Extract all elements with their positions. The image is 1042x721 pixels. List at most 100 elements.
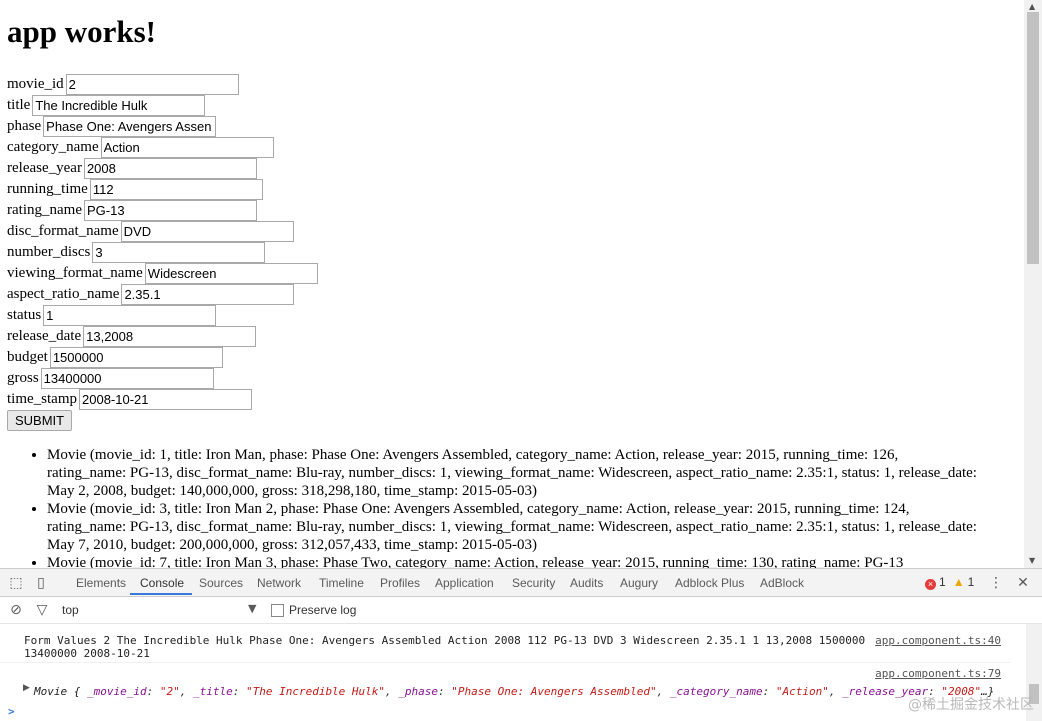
tab-sources[interactable]: Sources [199,576,243,590]
field-label: status [7,307,42,323]
error-warning-counter[interactable]: × 1 ▲ 1 [925,575,974,590]
console-filter-bar: ⊘ ▽ top ▼ Preserve log [0,597,1042,624]
object-value: "The Incredible Hulk" [245,685,386,698]
tab-adblock[interactable]: AdBlock [760,576,804,590]
field-label: time_stamp [7,391,77,407]
object-pair: _movie_id: "2", [86,685,193,698]
app-page: app works! movie_id title phase category… [0,0,1024,568]
release-year-input[interactable] [83,158,257,179]
field-release-year: release_year [7,158,257,179]
object-pair: _title: "The Incredible Hulk", [192,685,399,698]
disc-format-name-input[interactable] [120,221,294,242]
tab-adblock-plus[interactable]: Adblock Plus [675,576,744,590]
warning-count: 1 [967,575,975,589]
scrollbar-thumb[interactable] [1027,12,1039,264]
aspect-ratio-name-input[interactable] [121,284,295,305]
title-input[interactable] [32,95,206,116]
log-message: Form Values 2 The Incredible Hulk Phase … [24,634,866,660]
page-heading: app works! [7,14,157,49]
scroll-up-icon[interactable]: ▲ [1029,2,1035,11]
field-time-stamp: time_stamp [7,389,252,410]
submit-button[interactable]: SUBMIT [7,410,73,431]
field-release-date: release_date [7,326,257,347]
source-link[interactable]: app.component.ts:40 [875,634,1001,647]
field-label: rating_name [7,202,82,218]
movie-list: Movie (movie_id: 1, title: Iron Man, pha… [0,446,977,568]
category-name-input[interactable] [100,137,274,158]
tab-application[interactable]: Application [435,576,494,590]
object-pair: _category_name: "Action", [669,685,843,698]
devtools-tabbar: ⬚ ▯ Elements Console Sources Network Tim… [0,569,1042,597]
tab-security[interactable]: Security [512,576,555,590]
object-pair: _phase: "Phase One: Avengers Assembled", [398,685,670,698]
field-label: release_year [7,160,82,176]
field-aspect-ratio-name: aspect_ratio_name [7,284,295,305]
chevron-down-icon[interactable]: ▼ [248,602,256,615]
field-label: gross [7,370,39,386]
log-divider [0,662,1010,663]
field-label: viewing_format_name [7,265,143,281]
rating-name-input[interactable] [83,200,257,221]
field-disc-format-name: disc_format_name [7,221,294,242]
logged-object[interactable]: Movie { _movie_id: "2", _title: "The Inc… [34,685,994,698]
field-label: phase [7,118,42,134]
page-scrollbar[interactable]: ▲ ▼ [1024,0,1042,568]
clear-console-icon[interactable]: ⊘ [8,602,24,618]
viewing-format-name-input[interactable] [144,263,318,284]
list-item: Movie (movie_id: 1, title: Iron Man, pha… [47,446,977,500]
console-output: Form Values 2 The Incredible Hulk Phase … [0,624,1026,721]
context-select[interactable]: top [62,603,79,617]
preserve-log-checkbox[interactable] [271,604,284,617]
budget-input[interactable] [49,347,223,368]
preserve-log-label: Preserve log [289,603,357,617]
field-gross: gross [7,368,214,389]
field-label: budget [7,349,48,365]
field-budget: budget [7,347,223,368]
expand-triangle-icon[interactable]: ▶ [23,683,30,693]
field-running-time: running_time [7,179,263,200]
context-value: top [62,603,79,617]
source-link[interactable]: app.component.ts:79 [875,667,1001,680]
movie-id-input[interactable] [65,74,239,95]
devtools-panel: ⬚ ▯ Elements Console Sources Network Tim… [0,568,1042,721]
field-status: status [7,305,217,326]
field-title: title [7,95,206,116]
object-value: "2" [159,685,180,698]
scroll-down-icon[interactable]: ▼ [1029,556,1035,565]
tab-console[interactable]: Console [140,576,184,590]
object-key: _title [192,685,233,698]
field-movie-id: movie_id [7,74,239,95]
object-key: _category_name [669,685,763,698]
release-date-input[interactable] [83,326,257,347]
status-input[interactable] [43,305,217,326]
tab-elements[interactable]: Elements [76,576,126,590]
tab-profiles[interactable]: Profiles [380,576,420,590]
field-viewing-format-name: viewing_format_name [7,263,318,284]
error-icon: × [925,579,936,590]
close-icon[interactable]: ✕ [1015,575,1031,591]
tab-network[interactable]: Network [257,576,301,590]
field-label: category_name [7,139,99,155]
time-stamp-input[interactable] [79,389,252,410]
list-item: Movie (movie_id: 3, title: Iron Man 2, p… [47,500,977,554]
more-options-icon[interactable]: ⋮ [988,575,1004,591]
filter-icon[interactable]: ▽ [34,602,50,618]
field-label: disc_format_name [7,223,119,239]
console-prompt[interactable]: > [8,705,15,718]
object-key: _movie_id [86,685,147,698]
device-toolbar-icon[interactable]: ▯ [33,575,49,591]
gross-input[interactable] [40,368,214,389]
phase-input[interactable] [43,116,217,137]
tab-audits[interactable]: Audits [570,576,603,590]
error-count: 1 [939,575,946,589]
watermark: @稀土掘金技术社区 [908,697,1034,713]
tab-timeline[interactable]: Timeline [319,576,364,590]
field-label: movie_id [7,76,64,92]
warning-icon: ▲ [952,575,965,589]
tab-augury[interactable]: Augury [620,576,658,590]
object-value: "Phase One: Avengers Assembled" [451,685,657,698]
running-time-input[interactable] [89,179,263,200]
inspect-element-icon[interactable]: ⬚ [8,575,24,591]
field-category-name: category_name [7,137,274,158]
number-discs-input[interactable] [92,242,266,263]
